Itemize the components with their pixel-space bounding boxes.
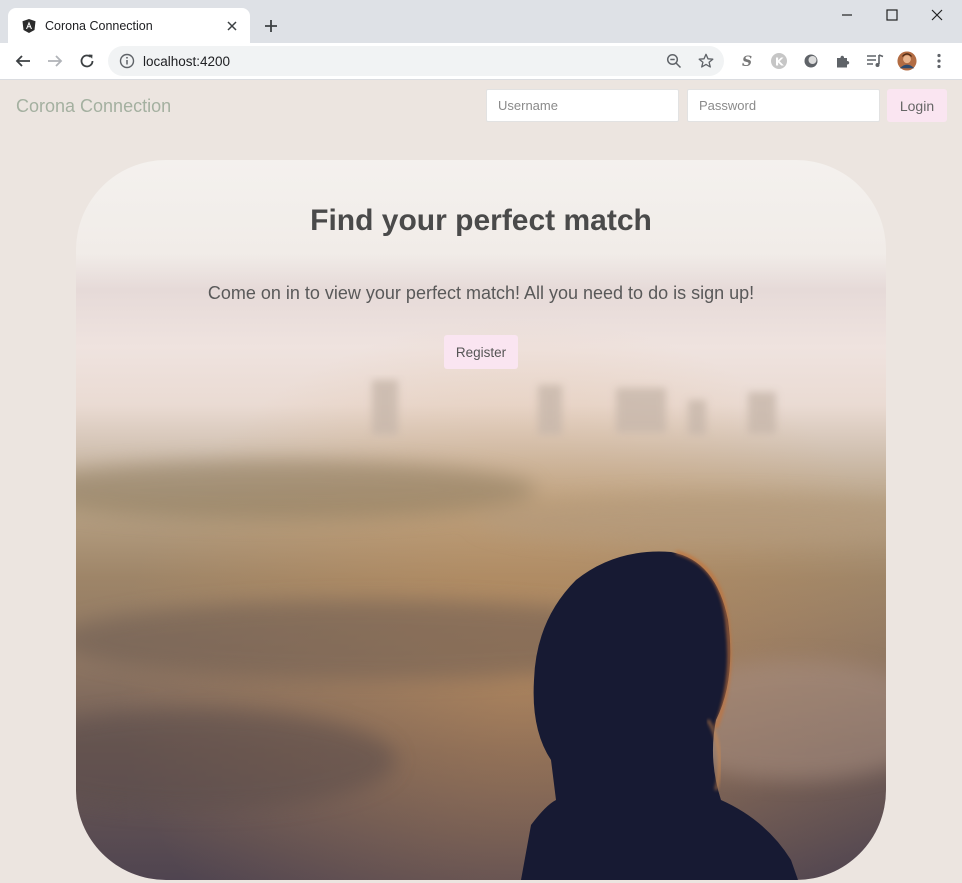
login-button[interactable]: Login: [887, 89, 947, 122]
hero-subtitle: Come on in to view your perfect match! A…: [207, 283, 755, 303]
svg-text:K: K: [775, 56, 784, 69]
page-content: Corona Connection Login: [0, 80, 962, 883]
svg-text:S: S: [742, 54, 752, 69]
tab-title: Corona Connection: [45, 18, 153, 33]
back-icon[interactable]: [9, 47, 37, 75]
url-text: localhost:4200: [143, 54, 231, 69]
register-button[interactable]: Register: [444, 335, 518, 369]
hero-background-image: [76, 160, 886, 880]
minimize-icon[interactable]: [824, 0, 870, 30]
close-icon[interactable]: [220, 14, 244, 38]
puzzle-icon[interactable]: [833, 51, 853, 71]
hero-title: Find your perfect match: [310, 204, 652, 237]
info-icon[interactable]: [119, 53, 135, 69]
forward-icon[interactable]: [41, 47, 69, 75]
zoom-icon[interactable]: [664, 51, 684, 71]
avatar[interactable]: [897, 51, 917, 71]
circle-extension-icon[interactable]: [801, 51, 821, 71]
angular-icon: [21, 18, 37, 34]
maximize-icon[interactable]: [869, 0, 915, 30]
star-icon[interactable]: [696, 51, 716, 71]
reload-icon[interactable]: [73, 47, 101, 75]
window-close-icon[interactable]: [914, 0, 960, 30]
browser-tab[interactable]: Corona Connection: [8, 8, 250, 43]
kebab-menu-icon[interactable]: [929, 51, 949, 71]
hero-card: Find your perfect match Come on in to vi…: [76, 160, 886, 880]
plus-icon[interactable]: [258, 13, 284, 39]
username-input[interactable]: [486, 89, 679, 122]
password-input[interactable]: [687, 89, 880, 122]
tab-strip: Corona Connection: [0, 0, 962, 43]
k-extension-icon[interactable]: K: [769, 51, 789, 71]
address-bar[interactable]: localhost:4200: [108, 46, 724, 76]
browser-toolbar: localhost:4200 S K: [0, 43, 962, 80]
media-icon[interactable]: [865, 51, 885, 71]
s-extension-icon[interactable]: S: [737, 51, 757, 71]
brand-title[interactable]: Corona Connection: [16, 96, 171, 117]
